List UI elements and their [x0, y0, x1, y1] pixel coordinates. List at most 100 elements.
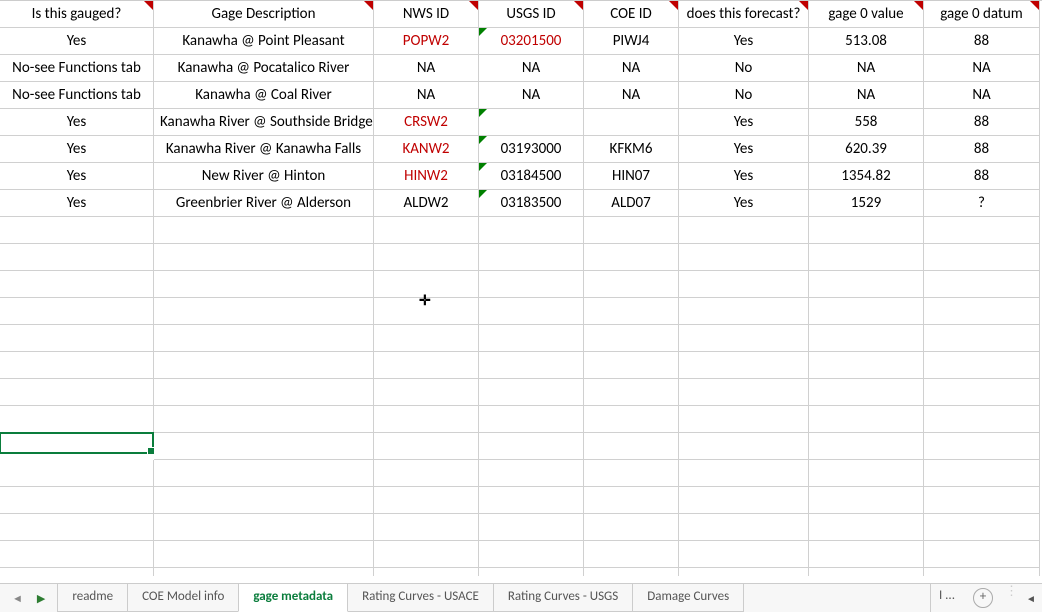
empty-cell[interactable]	[154, 325, 374, 352]
empty-cell[interactable]	[374, 325, 479, 352]
empty-cell[interactable]	[0, 406, 154, 433]
empty-cell[interactable]	[809, 433, 924, 460]
empty-cell[interactable]	[924, 406, 1040, 433]
data-cell[interactable]: 88	[924, 28, 1040, 55]
empty-cell[interactable]	[584, 514, 679, 541]
sheet-tab[interactable]: Rating Curves - USACE	[347, 584, 494, 612]
data-cell[interactable]: PIWJ4	[584, 28, 679, 55]
tab-scroll-left-icon[interactable]: ◄	[1024, 591, 1038, 605]
empty-cell[interactable]	[924, 487, 1040, 514]
empty-cell[interactable]	[809, 406, 924, 433]
empty-cell[interactable]	[0, 298, 154, 325]
sheet-tab[interactable]: Rating Curves - USGS	[493, 584, 633, 612]
empty-cell[interactable]	[374, 298, 479, 325]
data-cell[interactable]: 1354.82	[809, 163, 924, 190]
data-cell[interactable]: Yes	[679, 109, 809, 136]
data-cell[interactable]: Yes	[0, 109, 154, 136]
empty-cell[interactable]	[154, 244, 374, 271]
empty-cell[interactable]	[679, 514, 809, 541]
data-cell[interactable]: POPW2	[374, 28, 479, 55]
spreadsheet-grid[interactable]: Is this gauged?Gage DescriptionNWS IDUSG…	[0, 0, 1042, 576]
empty-cell[interactable]	[809, 217, 924, 244]
empty-cell[interactable]	[809, 487, 924, 514]
column-header[interactable]: NWS ID	[374, 1, 479, 28]
empty-cell[interactable]	[584, 487, 679, 514]
data-cell[interactable]: Yes	[0, 28, 154, 55]
empty-cell[interactable]	[679, 487, 809, 514]
empty-cell[interactable]	[479, 433, 584, 460]
empty-cell[interactable]	[809, 298, 924, 325]
data-cell[interactable]: Yes	[0, 163, 154, 190]
empty-cell[interactable]	[154, 379, 374, 406]
empty-cell[interactable]	[154, 541, 374, 568]
sheet-tab[interactable]: readme	[58, 584, 128, 612]
data-cell[interactable]: KFKM6	[584, 136, 679, 163]
empty-cell[interactable]	[374, 244, 479, 271]
empty-cell[interactable]	[374, 271, 479, 298]
empty-cell[interactable]	[584, 460, 679, 487]
empty-cell[interactable]	[809, 460, 924, 487]
data-cell[interactable]: New River @ Hinton	[154, 163, 374, 190]
empty-cell[interactable]	[154, 568, 374, 576]
empty-cell[interactable]	[679, 298, 809, 325]
empty-cell[interactable]	[154, 487, 374, 514]
empty-cell[interactable]	[0, 460, 154, 487]
empty-cell[interactable]	[584, 406, 679, 433]
empty-cell[interactable]	[0, 271, 154, 298]
empty-cell[interactable]	[679, 406, 809, 433]
empty-cell[interactable]	[0, 379, 154, 406]
data-cell[interactable]: 03201500	[479, 28, 584, 55]
data-cell[interactable]: 88	[924, 136, 1040, 163]
data-cell[interactable]: Yes	[679, 163, 809, 190]
empty-cell[interactable]	[809, 514, 924, 541]
empty-cell[interactable]	[809, 352, 924, 379]
data-cell[interactable]: Yes	[0, 136, 154, 163]
data-cell[interactable]: NA	[924, 55, 1040, 82]
data-cell[interactable]	[584, 109, 679, 136]
empty-cell[interactable]	[809, 568, 924, 576]
data-cell[interactable]: Greenbrier River @ Alderson	[154, 190, 374, 217]
empty-cell[interactable]	[809, 325, 924, 352]
empty-cell[interactable]	[479, 325, 584, 352]
column-header[interactable]: Gage Description	[154, 1, 374, 28]
empty-cell[interactable]	[679, 460, 809, 487]
data-cell[interactable]	[479, 109, 584, 136]
empty-cell[interactable]	[679, 217, 809, 244]
empty-cell[interactable]	[924, 217, 1040, 244]
tab-nav-next-icon[interactable]: ▶	[37, 592, 45, 605]
data-cell[interactable]: ALDW2	[374, 190, 479, 217]
empty-cell[interactable]	[584, 325, 679, 352]
empty-cell[interactable]	[154, 298, 374, 325]
empty-cell[interactable]	[374, 379, 479, 406]
empty-cell[interactable]	[0, 514, 154, 541]
column-header[interactable]: gage 0 value	[809, 1, 924, 28]
empty-cell[interactable]	[584, 568, 679, 576]
empty-cell[interactable]	[924, 514, 1040, 541]
column-header[interactable]: COE ID	[584, 1, 679, 28]
empty-cell[interactable]	[154, 352, 374, 379]
data-cell[interactable]: 1529	[809, 190, 924, 217]
data-cell[interactable]: Yes	[0, 190, 154, 217]
data-cell[interactable]: No	[679, 82, 809, 109]
empty-cell[interactable]	[584, 298, 679, 325]
empty-cell[interactable]	[584, 433, 679, 460]
data-cell[interactable]: Yes	[679, 136, 809, 163]
empty-cell[interactable]	[154, 460, 374, 487]
empty-cell[interactable]	[0, 568, 154, 576]
empty-cell[interactable]	[924, 298, 1040, 325]
sheet-tab[interactable]: gage metadata	[238, 584, 348, 612]
data-cell[interactable]: 513.08	[809, 28, 924, 55]
empty-cell[interactable]	[679, 271, 809, 298]
data-cell[interactable]: NA	[479, 82, 584, 109]
empty-cell[interactable]	[154, 433, 374, 460]
sheet-tab[interactable]: COE Model info	[127, 584, 239, 612]
empty-cell[interactable]	[584, 379, 679, 406]
data-cell[interactable]: 88	[924, 163, 1040, 190]
empty-cell[interactable]	[154, 406, 374, 433]
empty-cell[interactable]	[924, 325, 1040, 352]
empty-cell[interactable]	[679, 325, 809, 352]
empty-cell[interactable]	[924, 568, 1040, 576]
data-cell[interactable]: Yes	[679, 28, 809, 55]
data-cell[interactable]: 03183500	[479, 190, 584, 217]
data-cell[interactable]: NA	[809, 82, 924, 109]
